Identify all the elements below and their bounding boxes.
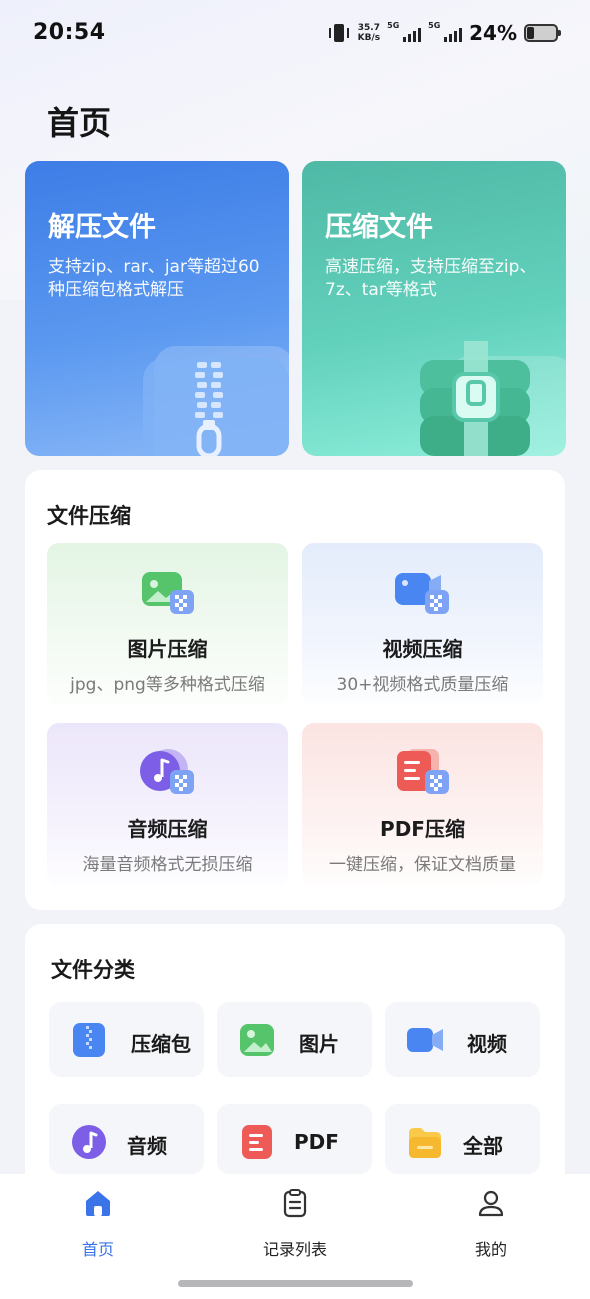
- archive-box-icon: [420, 341, 566, 456]
- video-compress-tile[interactable]: 视频压缩 30+视频格式质量压缩: [302, 543, 543, 706]
- pdf-compress-icon: [396, 749, 449, 794]
- tab-records-label: 记录列表: [262, 1240, 327, 1259]
- category-section: 文件分类 压缩包 图片 视频 音频 PDF 全部: [25, 924, 565, 1194]
- signal-icon: 5G: [428, 21, 463, 44]
- tab-home-label: 首页: [81, 1240, 114, 1259]
- status-icons: 35.7 KB/s 5G 5G 24%: [327, 20, 561, 46]
- decompress-title: 解压文件: [48, 212, 156, 243]
- category-image[interactable]: 图片: [217, 1002, 372, 1077]
- tab-home[interactable]: 首页: [38, 1188, 158, 1260]
- network-speed: 35.7 KB/s: [358, 23, 380, 43]
- pdf-compress-desc: 一键压缩，保证文档质量: [329, 855, 516, 875]
- category-all-label: 全部: [463, 1134, 503, 1158]
- compress-section: 文件压缩 图片压缩 jpg、png等多种格式压缩 视频压缩 30+视频格式质量压…: [25, 470, 565, 910]
- audio-compress-title: 音频压缩: [127, 817, 208, 841]
- status-time: 20:54: [33, 20, 106, 45]
- category-pdf-label: PDF: [294, 1130, 339, 1154]
- battery-icon: [524, 24, 561, 42]
- image-icon: [240, 1024, 274, 1056]
- category-video-label: 视频: [467, 1032, 507, 1056]
- category-pdf[interactable]: PDF: [217, 1104, 372, 1174]
- category-image-label: 图片: [299, 1032, 339, 1056]
- video-compress-icon: [394, 573, 449, 614]
- tab-mine-label: 我的: [474, 1240, 507, 1259]
- page-title: 首页: [47, 104, 112, 142]
- image-compress-desc: jpg、png等多种格式压缩: [70, 675, 265, 695]
- folder-icon: [409, 1128, 441, 1158]
- compress-desc: 高速压缩，支持压缩至zip、7z、tar等格式: [325, 257, 537, 300]
- sim2-label: 5G: [428, 21, 441, 30]
- home-icon: [86, 1191, 110, 1216]
- compress-card[interactable]: 压缩文件 高速压缩，支持压缩至zip、7z、tar等格式: [302, 161, 566, 456]
- tab-records[interactable]: 记录列表: [235, 1188, 355, 1260]
- category-audio-label: 音频: [127, 1134, 167, 1158]
- image-compress-icon: [141, 572, 194, 614]
- video-icon: [407, 1028, 443, 1052]
- compress-section-title: 文件压缩: [47, 504, 131, 528]
- zipper-folder-icon: [143, 346, 289, 456]
- image-compress-title: 图片压缩: [127, 637, 208, 661]
- status-bar: 20:54 35.7 KB/s 5G 5G 24%: [0, 0, 590, 66]
- category-video[interactable]: 视频: [385, 1002, 540, 1077]
- category-zip-label: 压缩包: [131, 1032, 191, 1056]
- decompress-card[interactable]: 解压文件 支持zip、rar、jar等超过60种压缩包格式解压: [25, 161, 289, 456]
- pdf-compress-title: PDF压缩: [380, 817, 465, 841]
- video-compress-title: 视频压缩: [382, 637, 463, 661]
- network-speed-unit: KB/s: [357, 33, 381, 43]
- category-audio[interactable]: 音频: [49, 1104, 204, 1174]
- audio-compress-tile[interactable]: 音频压缩 海量音频格式无损压缩: [47, 723, 288, 886]
- pdf-compress-tile[interactable]: PDF压缩 一键压缩，保证文档质量: [302, 723, 543, 886]
- audio-icon: [72, 1125, 106, 1159]
- network-speed-value: 35.7: [357, 23, 380, 33]
- pdf-icon: [242, 1125, 272, 1159]
- category-section-title: 文件分类: [51, 958, 135, 982]
- home-indicator[interactable]: [178, 1280, 413, 1287]
- tab-mine[interactable]: 我的: [431, 1188, 551, 1260]
- compress-title: 压缩文件: [325, 212, 433, 243]
- image-compress-tile[interactable]: 图片压缩 jpg、png等多种格式压缩: [47, 543, 288, 706]
- audio-compress-icon: [139, 749, 194, 794]
- vibrate-icon: [327, 22, 351, 44]
- user-icon: [478, 1190, 504, 1217]
- zip-icon: [73, 1023, 105, 1057]
- video-compress-desc: 30+视频格式质量压缩: [336, 675, 509, 695]
- clipboard-icon: [283, 1189, 307, 1218]
- decompress-desc: 支持zip、rar、jar等超过60种压缩包格式解压: [48, 257, 260, 300]
- audio-compress-desc: 海量音频格式无损压缩: [82, 855, 253, 875]
- battery-percent: 24%: [469, 21, 517, 45]
- category-all[interactable]: 全部: [385, 1104, 540, 1174]
- category-zip[interactable]: 压缩包: [49, 1002, 204, 1077]
- signal-icon: 5G: [387, 21, 422, 44]
- sim1-label: 5G: [387, 21, 400, 30]
